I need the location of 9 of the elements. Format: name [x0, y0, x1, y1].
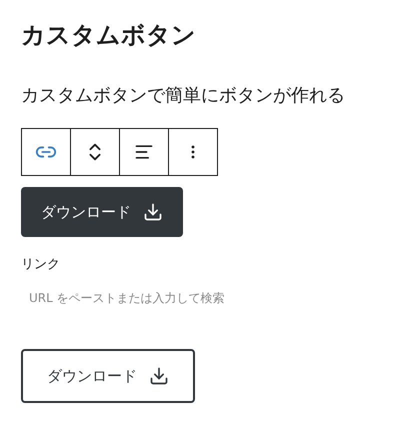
more-icon [191, 145, 195, 159]
download-button[interactable]: ダウンロード [21, 349, 195, 403]
page-title: カスタムボタン [21, 20, 197, 51]
description-text: カスタムボタンで簡単にボタンが作れる [21, 84, 346, 108]
download-icon [149, 366, 169, 386]
download-button[interactable]: ダウンロード [21, 187, 183, 237]
link-label: リンク [21, 256, 60, 274]
url-field[interactable]: URL をペーストまたは入力して検索 [29, 289, 329, 307]
download-icon [143, 202, 163, 222]
